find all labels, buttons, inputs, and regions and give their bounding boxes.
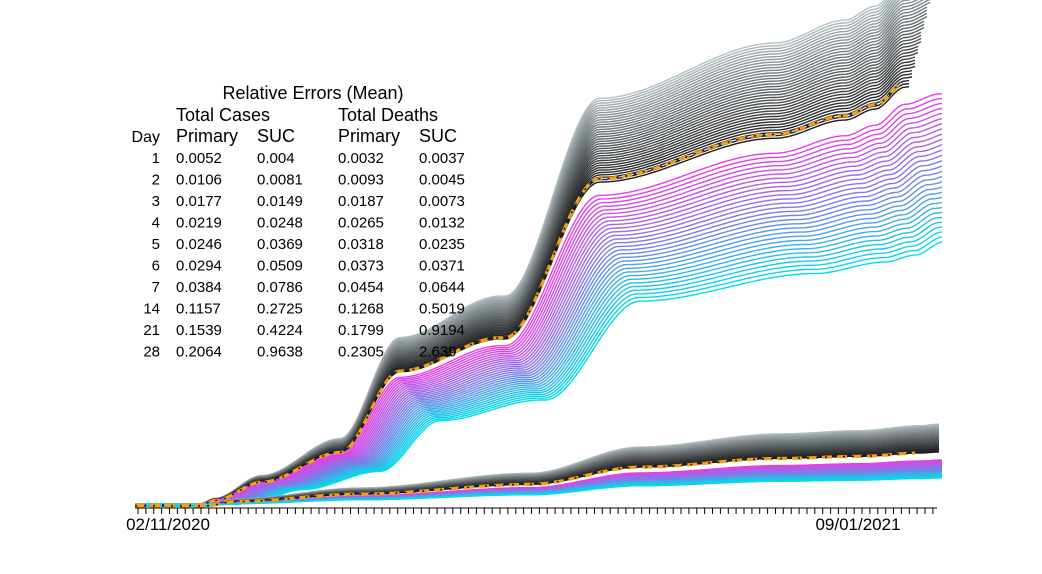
- table-cell: 0.0177: [176, 193, 222, 210]
- table-cell: 0.0265: [338, 215, 384, 232]
- table-cell: 0.2064: [176, 344, 222, 361]
- table-cell: 0.004: [257, 150, 295, 167]
- table-cell: 2.639: [419, 344, 457, 361]
- table-row: 6 0.0294 0.0509 0.0373 0.0371: [152, 258, 465, 275]
- table-cell: 0.0219: [176, 215, 222, 232]
- table-cell: 0.0371: [419, 258, 465, 275]
- table-cell: 0.0644: [419, 279, 465, 296]
- x-tick-label-start: 02/11/2020: [126, 515, 210, 534]
- table-group-header-deaths: Total Deaths: [338, 105, 438, 125]
- table-cell: 0.9194: [419, 322, 465, 339]
- x-tick-label-end: 09/01/2021: [815, 515, 900, 534]
- relative-errors-table: Relative Errors (Mean) Total Cases Total…: [132, 83, 465, 361]
- x-axis: 02/11/2020 09/01/2021: [126, 507, 937, 534]
- table-cell: 0.0248: [257, 215, 303, 232]
- table-cell: 0.0454: [338, 279, 384, 296]
- table-cell: 0.1268: [338, 301, 384, 318]
- table-cell: 7: [152, 279, 160, 296]
- table-cell: 0.0045: [419, 172, 465, 189]
- table-cell: 0.9638: [257, 344, 303, 361]
- table-body: 1 0.0052 0.004 0.0032 0.0037 2 0.0106 0.0081 0.0…: [143, 150, 465, 361]
- table-cell: 6: [152, 258, 160, 275]
- table-cell: 0.0106: [176, 172, 222, 189]
- table-row: 14 0.1157 0.2725 0.1268 0.5019: [143, 301, 465, 318]
- table-cell: 0.5019: [419, 301, 465, 318]
- table-cell: 21: [143, 322, 160, 339]
- table-cell: 0.0235: [419, 236, 465, 253]
- table-cell: 0.0081: [257, 172, 303, 189]
- table-cell: 0.1157: [176, 301, 221, 318]
- x-axis-ticks: [137, 508, 934, 514]
- table-cell: 0.0093: [338, 172, 384, 189]
- table-header-row: Day Primary SUC Primary SUC: [132, 126, 457, 146]
- table-column-header: SUC: [257, 126, 295, 146]
- table-row: 2 0.0106 0.0081 0.0093 0.0045: [152, 172, 465, 189]
- table-cell: 0.1799: [338, 322, 384, 339]
- table-cell: 0.4224: [257, 322, 303, 339]
- table-column-header: Primary: [338, 126, 400, 146]
- table-cell: 0.0052: [176, 150, 222, 167]
- table-cell: 28: [143, 344, 160, 361]
- table-cell: 0.0294: [176, 258, 222, 275]
- table-cell: 1: [152, 150, 160, 167]
- table-column-header: SUC: [419, 126, 457, 146]
- table-cell: 0.2305: [338, 344, 384, 361]
- table-cell: 0.0032: [338, 150, 384, 167]
- table-column-header: Primary: [176, 126, 238, 146]
- table-cell: 0.0786: [257, 279, 303, 296]
- cases-prior-run-line: [135, 6, 928, 505]
- table-column-header: Day: [132, 129, 160, 146]
- table-cell: 0.0318: [338, 236, 384, 253]
- table-row: 3 0.0177 0.0149 0.0187 0.0073: [152, 193, 465, 210]
- table-cell: 0.0073: [419, 193, 465, 210]
- table-cell: 4: [152, 215, 160, 232]
- table-cell: 0.0384: [176, 279, 222, 296]
- table-cell: 2: [152, 172, 160, 189]
- table-cell: 0.0132: [419, 215, 465, 232]
- table-cell: 5: [152, 236, 160, 253]
- table-cell: 0.0509: [257, 258, 303, 275]
- table-cell: 0.0369: [257, 236, 303, 253]
- table-cell: 0.0037: [419, 150, 465, 167]
- table-cell: 14: [143, 301, 160, 318]
- table-cell: 3: [152, 193, 160, 210]
- series-layer: [135, 0, 943, 508]
- table-row: 7 0.0384 0.0786 0.0454 0.0644: [152, 279, 465, 296]
- table-row: 1 0.0052 0.004 0.0032 0.0037: [152, 150, 465, 167]
- table-title: Relative Errors (Mean): [222, 83, 403, 103]
- relative-error-chart: 02/11/2020 09/01/2021 Relative Errors (M…: [126, 0, 943, 534]
- table-cell: 0.0187: [338, 193, 384, 210]
- table-cell: 0.0149: [257, 193, 303, 210]
- table-row: 5 0.0246 0.0369 0.0318 0.0235: [152, 236, 465, 253]
- table-cell: 0.2725: [257, 301, 303, 318]
- table-cell: 0.0246: [176, 236, 222, 253]
- table-cell: 0.0373: [338, 258, 384, 275]
- table-group-header-cases: Total Cases: [176, 105, 270, 125]
- table-row: 4 0.0219 0.0248 0.0265 0.0132: [152, 215, 465, 232]
- table-cell: 0.1539: [176, 322, 222, 339]
